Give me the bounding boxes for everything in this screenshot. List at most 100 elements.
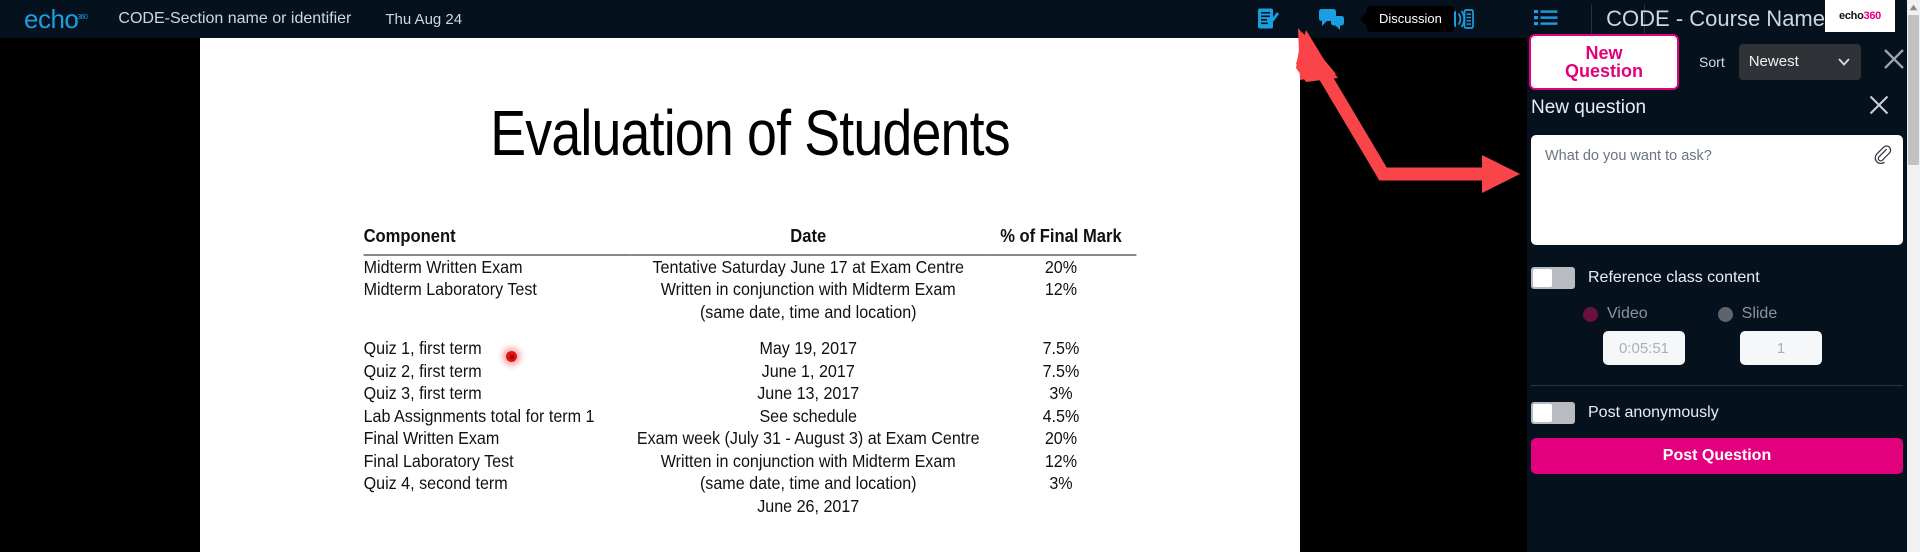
cell-percent: 4.5% xyxy=(1042,405,1080,426)
header-date: Thu Aug 24 xyxy=(385,10,463,28)
table-header-row: Component Date % of Final Mark xyxy=(364,226,1137,252)
cell-percent: 3% xyxy=(1049,383,1073,403)
cell-date: May 19, 2017 xyxy=(759,338,858,358)
echo360-badge: echo360 xyxy=(1825,0,1895,32)
chevron-down-icon xyxy=(1837,55,1851,73)
cell-date: Written in conjunction with Midterm Exam xyxy=(660,279,956,299)
echo360-badge-text: echo360 xyxy=(1839,10,1881,22)
slide-title: Evaluation of Students xyxy=(490,97,1010,169)
table-row: Final Laboratory Test Written in conjunct… xyxy=(364,450,1137,473)
list-icon[interactable] xyxy=(1532,5,1560,33)
slide-radio[interactable] xyxy=(1717,306,1733,322)
table-row: Quiz 3, first term June 13, 2017 3% xyxy=(364,383,1137,406)
header-divider-left xyxy=(1591,4,1592,34)
cell-date: (same date, time and location) xyxy=(699,301,917,322)
question-textarea[interactable]: What do you want to ask? xyxy=(1531,135,1903,245)
table-row: Quiz 1, first term May 19, 2017 7.5% xyxy=(364,338,1137,361)
toggle-knob xyxy=(1533,269,1552,287)
cell-percent: 12% xyxy=(1044,450,1078,471)
cell-date: (same date, time and location) xyxy=(699,473,917,493)
cell-percent xyxy=(986,301,1137,324)
close-new-question-icon[interactable] xyxy=(1867,93,1891,122)
panel-divider xyxy=(1531,385,1903,386)
reference-value-row: 0:05:51 1 xyxy=(1529,331,1905,365)
scroll-up-icon[interactable] xyxy=(1907,0,1920,14)
cell-percent: 20% xyxy=(1044,256,1078,277)
cell-component: Final Written Exam xyxy=(363,428,500,448)
reference-class-content-row: Reference class content xyxy=(1529,267,1905,289)
value-spacer xyxy=(1685,331,1740,365)
video-radio-label: Video xyxy=(1607,305,1648,322)
cell-percent: 7.5% xyxy=(1042,360,1080,381)
cell-percent xyxy=(986,495,1137,518)
course-title: CODE - Course Name xyxy=(1606,6,1825,31)
section-name: CODE-Section name or identifier xyxy=(118,10,352,27)
post-question-button[interactable]: Post Question xyxy=(1531,438,1903,474)
page-scrollbar[interactable] xyxy=(1907,0,1920,552)
cell-percent: 7.5% xyxy=(1042,338,1080,358)
attachment-icon[interactable] xyxy=(1873,145,1892,169)
table-spacer-row xyxy=(364,324,1137,338)
cell-date: June 13, 2017 xyxy=(757,383,860,403)
close-panel-icon[interactable] xyxy=(1881,46,1907,77)
new-question-header: New question xyxy=(1529,85,1905,132)
column-header-percent: % of Final Mark xyxy=(1000,226,1122,246)
cell-percent: 20% xyxy=(1044,428,1078,448)
column-header-date: Date xyxy=(790,226,827,246)
toggle-knob xyxy=(1533,404,1552,422)
red-double-arrow-annotation xyxy=(1290,24,1530,209)
table-row: Quiz 2, first term June 1, 2017 7.5% xyxy=(364,360,1137,383)
sort-select[interactable]: Newest xyxy=(1738,43,1861,80)
cell-date: June 26, 2017 xyxy=(757,495,860,516)
cell-percent: 12% xyxy=(1044,279,1078,299)
echo360-logo-superscript: 360 xyxy=(77,14,88,21)
table-row: Midterm Laboratory Test Written in conjun… xyxy=(364,279,1137,302)
cell-component: Midterm Laboratory Test xyxy=(363,279,537,299)
notes-icon[interactable] xyxy=(1254,5,1282,33)
table-row: Lab Assignments total for term 1 See sche… xyxy=(364,405,1137,428)
reference-type-radio-group: Video Slide xyxy=(1529,305,1905,323)
slide-radio-label: Slide xyxy=(1741,305,1778,322)
cell-percent: 3% xyxy=(1049,473,1073,493)
cell-date: See schedule xyxy=(759,405,858,426)
cell-component: Quiz 2, first term xyxy=(363,360,482,381)
table-row: Final Written Exam Exam week (July 31 - A… xyxy=(364,428,1137,451)
question-placeholder: What do you want to ask? xyxy=(1545,148,1712,164)
panel-toolbar: New Question Sort Newest xyxy=(1527,33,1907,90)
table-row: (same date, time and location) xyxy=(364,301,1137,324)
table-row: June 26, 2017 xyxy=(364,495,1137,518)
new-question-heading: New question xyxy=(1531,96,1647,118)
cell-date: Tentative Saturday June 17 at Exam Centr… xyxy=(652,256,964,277)
table-body: Midterm Written Exam Tentative Saturday J… xyxy=(364,255,1137,518)
table-row: Quiz 4, second term (same date, time and … xyxy=(364,473,1137,496)
cell-component xyxy=(364,301,631,324)
video-timestamp-input[interactable]: 0:05:51 xyxy=(1603,331,1685,365)
cell-date: June 1, 2017 xyxy=(761,360,855,381)
new-question-button[interactable]: New Question xyxy=(1529,33,1680,90)
reference-class-content-toggle[interactable] xyxy=(1531,267,1575,289)
sort-select-value: Newest xyxy=(1748,53,1799,70)
slide-number-input[interactable]: 1 xyxy=(1740,331,1822,365)
echo360-logo[interactable]: echo 360 xyxy=(24,4,88,34)
presentation-slide[interactable]: Evaluation of Students Component Date % … xyxy=(200,38,1300,552)
cell-component: Quiz 1, first term xyxy=(363,338,482,358)
cell-component: Quiz 4, second term xyxy=(363,473,508,493)
new-question-form: New question What do you want to ask? Re… xyxy=(1527,85,1907,474)
echo360-classroom-window: echo 360 CODE-Section name or identifier … xyxy=(0,0,1920,552)
cell-component xyxy=(364,495,631,518)
post-anonymously-toggle[interactable] xyxy=(1531,402,1575,424)
post-anonymously-row: Post anonymously xyxy=(1529,402,1905,424)
cell-component: Lab Assignments total for term 1 xyxy=(363,405,595,426)
video-radio[interactable] xyxy=(1583,306,1598,322)
post-anonymously-label: Post anonymously xyxy=(1588,404,1719,421)
sort-label: Sort xyxy=(1699,53,1725,70)
cell-date: Exam week (July 31 - August 3) at Exam C… xyxy=(636,428,980,448)
cell-component: Quiz 3, first term xyxy=(363,383,482,403)
cell-component: Midterm Written Exam xyxy=(363,256,523,277)
scrollbar-thumb[interactable] xyxy=(1908,15,1919,165)
reference-class-content-label: Reference class content xyxy=(1588,269,1760,286)
echo360-logo-text: echo xyxy=(24,4,79,34)
column-header-component: Component xyxy=(363,226,456,246)
top-header-bar: echo 360 CODE-Section name or identifier … xyxy=(0,0,1920,38)
slide-red-dot-marker xyxy=(506,351,517,362)
